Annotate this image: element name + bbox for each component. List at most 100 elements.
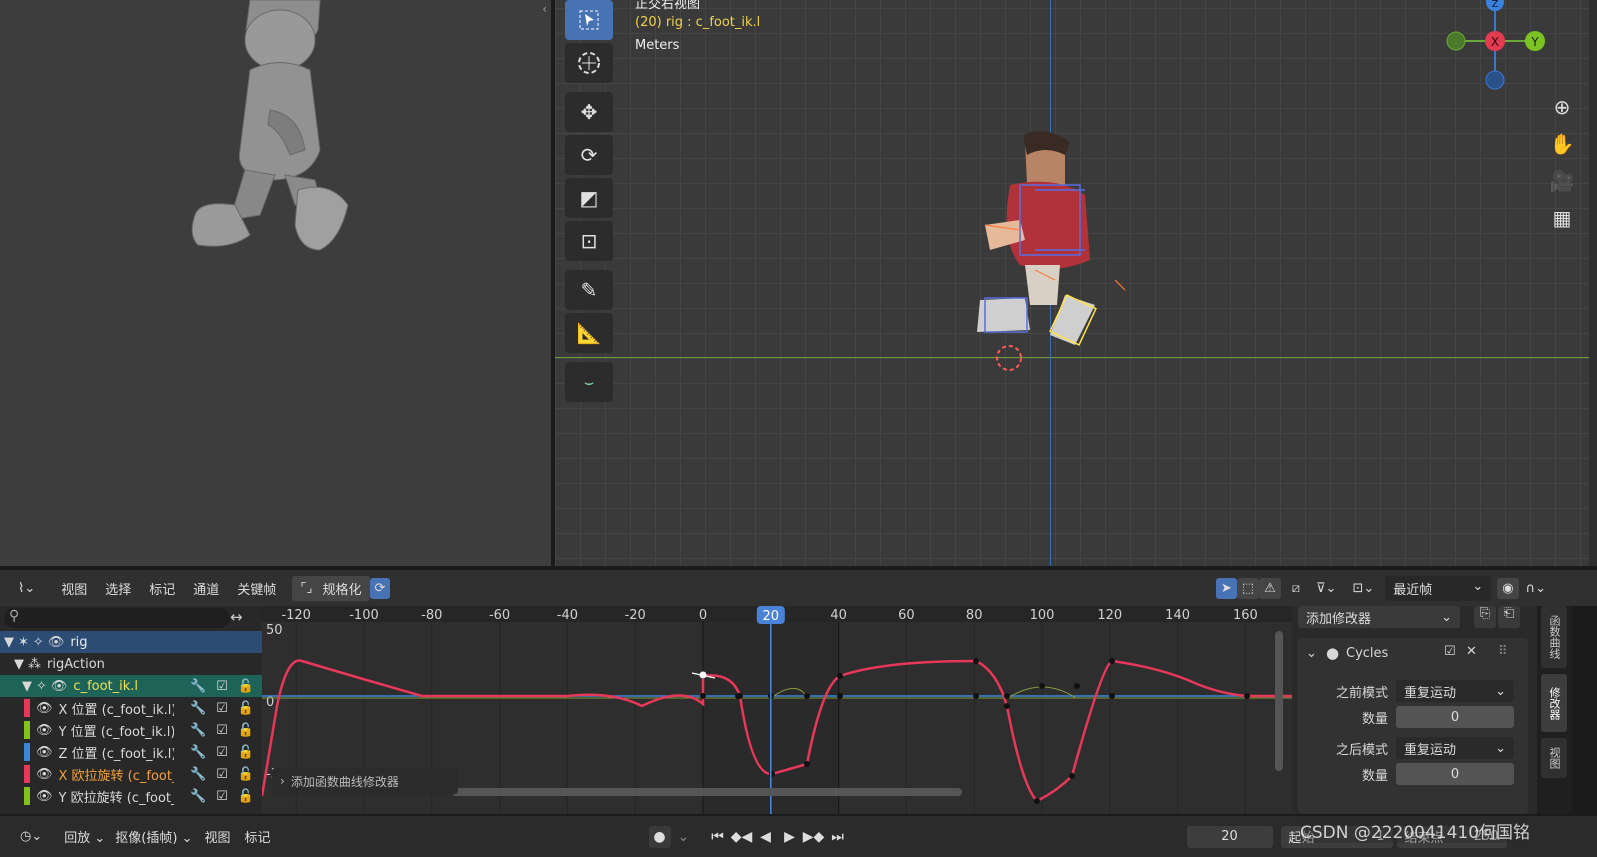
collapse-arrow-icon[interactable]: ‹ [542,2,547,16]
copy-modifiers-icon[interactable]: ⎘ [1474,606,1496,628]
lock-icon[interactable]: 🔓 [238,767,254,782]
channel-row-fcurve[interactable]: 👁 Y 欧拉旋转 (c_foot_ik.l) 🔧 ☑ 🔓 [0,785,262,807]
filter-dropdown[interactable]: ⊽⌄ [1311,577,1342,599]
right-viewport[interactable]: ✥ ⟳ ◩ ⊡ ✎ 📐 ⌣ 正交右视图 (20) rig : c_foot_ik… [555,0,1597,566]
menu-select[interactable]: 选择 [105,579,131,598]
pin-icon[interactable]: ✧ [36,679,47,694]
menu-keying[interactable]: 抠像(插帧) ⌄ [115,827,192,846]
play-button[interactable]: ▶ [779,826,801,848]
only-errors-button[interactable]: ⚠ [1259,577,1281,599]
menu-marker[interactable]: 标记 [149,579,175,598]
eye-icon[interactable]: 👁 [36,701,53,716]
graph-area[interactable]: -120 -100 -80 -60 -40 -20 0 20 40 60 80 100 120 140 16… [262,606,1292,814]
prev-keyframe-button[interactable]: ◆◀ [731,826,753,848]
transform-tool[interactable]: ⊡ [565,221,613,261]
expand-triangle-icon[interactable]: ▼ [22,679,32,694]
menu-timeline-marker[interactable]: 标记 [245,827,271,846]
channel-row-bone[interactable]: ▼ ✧ 👁 c_foot_ik.l 🔧 ☑ 🔓 [0,675,262,697]
menu-playback[interactable]: 回放 ⌄ [64,827,105,846]
only-selected-button[interactable]: ➤ [1215,577,1237,599]
channel-row-fcurve[interactable]: 👁 Z 位置 (c_foot_ik.l) 🔧 ☑ 🔓 [0,741,262,763]
bone-envelope-tool[interactable]: ⌣ [565,362,613,402]
pivot-dropdown[interactable]: ⊡⌄ [1347,577,1380,599]
normalize-toggle[interactable]: ⌜⌟ 规格化 [292,575,370,601]
modifier-wrench-icon[interactable]: 🔧 [190,679,206,694]
scale-tool[interactable]: ◩ [565,178,613,218]
before-count-field[interactable]: 0 [1396,706,1514,728]
channel-search-input[interactable]: ⚲ [4,608,230,628]
after-count-field[interactable]: 0 [1396,763,1514,785]
lock-icon[interactable]: 🔓 [238,723,254,738]
expand-triangle-icon[interactable]: ▼ [14,657,24,672]
jump-start-button[interactable]: ⏮ [707,826,729,848]
zoom-icon[interactable]: ⊕ [1544,90,1580,124]
checkbox-icon[interactable]: ☑ [216,723,228,738]
channel-row-fcurve[interactable]: 👁 X 位置 (c_foot_ik.l) 🔧 ☑ 🔓 [0,697,262,719]
modifier-wrench-icon[interactable]: 🔧 [190,745,206,760]
eye-icon[interactable]: 👁 [36,745,53,760]
tab-view[interactable]: 视图 [1541,738,1567,778]
jump-end-button[interactable]: ⏭ [827,826,849,848]
hand-pan-icon[interactable]: ✋ [1544,127,1580,161]
auto-key-button[interactable]: ● [648,825,671,848]
eye-icon[interactable]: 👁 [36,767,53,782]
swap-arrows-icon[interactable]: ↔ [230,608,243,626]
select-box-tool[interactable] [565,0,613,40]
lock-icon[interactable]: 🔓 [238,679,254,694]
close-icon[interactable]: ✕ [1466,644,1477,659]
channel-row-action[interactable]: ▼ ⁂ rigAction [0,653,262,675]
grid-view-icon[interactable]: ▦ [1544,201,1580,235]
menu-timeline-view[interactable]: 视图 [204,827,230,846]
menu-channel[interactable]: 通道 [193,579,219,598]
drag-handle-icon[interactable]: ⠿ [1498,644,1508,659]
checkbox-icon[interactable]: ☑ [216,679,228,694]
timeline-editor-type[interactable]: ◷⌄ [12,826,51,847]
lock-icon[interactable]: 🔓 [238,745,254,760]
tab-modifiers[interactable]: 修改器 [1541,674,1567,732]
menu-view[interactable]: 视图 [61,579,87,598]
cursor-tool[interactable] [565,43,613,83]
enable-checkbox-icon[interactable]: ☑ [1444,644,1456,659]
falloff-dropdown[interactable]: ∩⌄ [1520,577,1551,599]
modifier-wrench-icon[interactable]: 🔧 [190,789,206,804]
modifier-wrench-icon[interactable]: 🔧 [190,723,206,738]
measure-tool[interactable]: 📐 [565,313,613,353]
channel-row-rig[interactable]: ▼ ✶ ✧ 👁 rig [0,631,262,653]
pin-icon[interactable]: ✧ [33,635,44,650]
annotate-tool[interactable]: ✎ [565,270,613,310]
lock-icon[interactable]: 🔓 [238,701,254,716]
tab-fcurve[interactable]: 函数曲线 [1541,606,1567,668]
eye-icon[interactable]: 👁 [48,635,65,650]
channel-row-fcurve[interactable]: 👁 X 欧拉旋转 (c_foot_ik.l) 🔧 ☑ 🔓 [0,763,262,785]
channel-row-fcurve[interactable]: 👁 Y 位置 (c_foot_ik.l) 🔧 ☑ 🔓 [0,719,262,741]
checkbox-icon[interactable]: ☑ [216,767,228,782]
show-hidden-button[interactable]: ⬚ [1236,577,1260,599]
eye-icon[interactable]: 👁 [51,679,68,694]
chevron-down-icon[interactable]: ⌄ [1306,646,1317,661]
rotate-tool[interactable]: ⟳ [565,135,613,175]
move-tool[interactable]: ✥ [565,92,613,132]
before-mode-select[interactable]: 重复运动 ⌄ [1396,680,1514,702]
left-viewport[interactable]: ‹ [0,0,551,566]
menu-key[interactable]: 关键帧 [237,579,276,598]
editor-type-button[interactable]: ⌇⌄ [10,577,44,599]
checkbox-icon[interactable]: ☑ [216,745,228,760]
auto-normalize-button[interactable]: ⟳ [369,577,391,599]
checkbox-icon[interactable]: ☑ [216,789,228,804]
play-reverse-button[interactable]: ◀ [755,826,777,848]
modifier-wrench-icon[interactable]: 🔧 [190,767,206,782]
checkbox-icon[interactable]: ☑ [216,701,228,716]
paste-modifiers-icon[interactable]: ⎗ [1498,606,1520,628]
keying-set-dropdown[interactable]: ⌄ [673,826,695,848]
next-keyframe-button[interactable]: ▶◆ [803,826,825,848]
after-mode-select[interactable]: 重复运动 ⌄ [1396,737,1514,759]
normalize-handles-button[interactable]: ⧄ [1286,577,1306,599]
context-popup[interactable]: › 添加函数曲线修改器 [272,768,458,794]
camera-icon[interactable]: 🎥 [1544,164,1580,198]
eye-icon[interactable]: 👁 [36,789,53,804]
proportional-toggle[interactable]: ◉ [1497,577,1519,599]
eye-icon[interactable]: 👁 [36,723,53,738]
viewport-scrollbar[interactable] [1589,0,1597,566]
lock-icon[interactable]: 🔓 [238,789,254,804]
expand-triangle-icon[interactable]: ▼ [4,635,14,650]
